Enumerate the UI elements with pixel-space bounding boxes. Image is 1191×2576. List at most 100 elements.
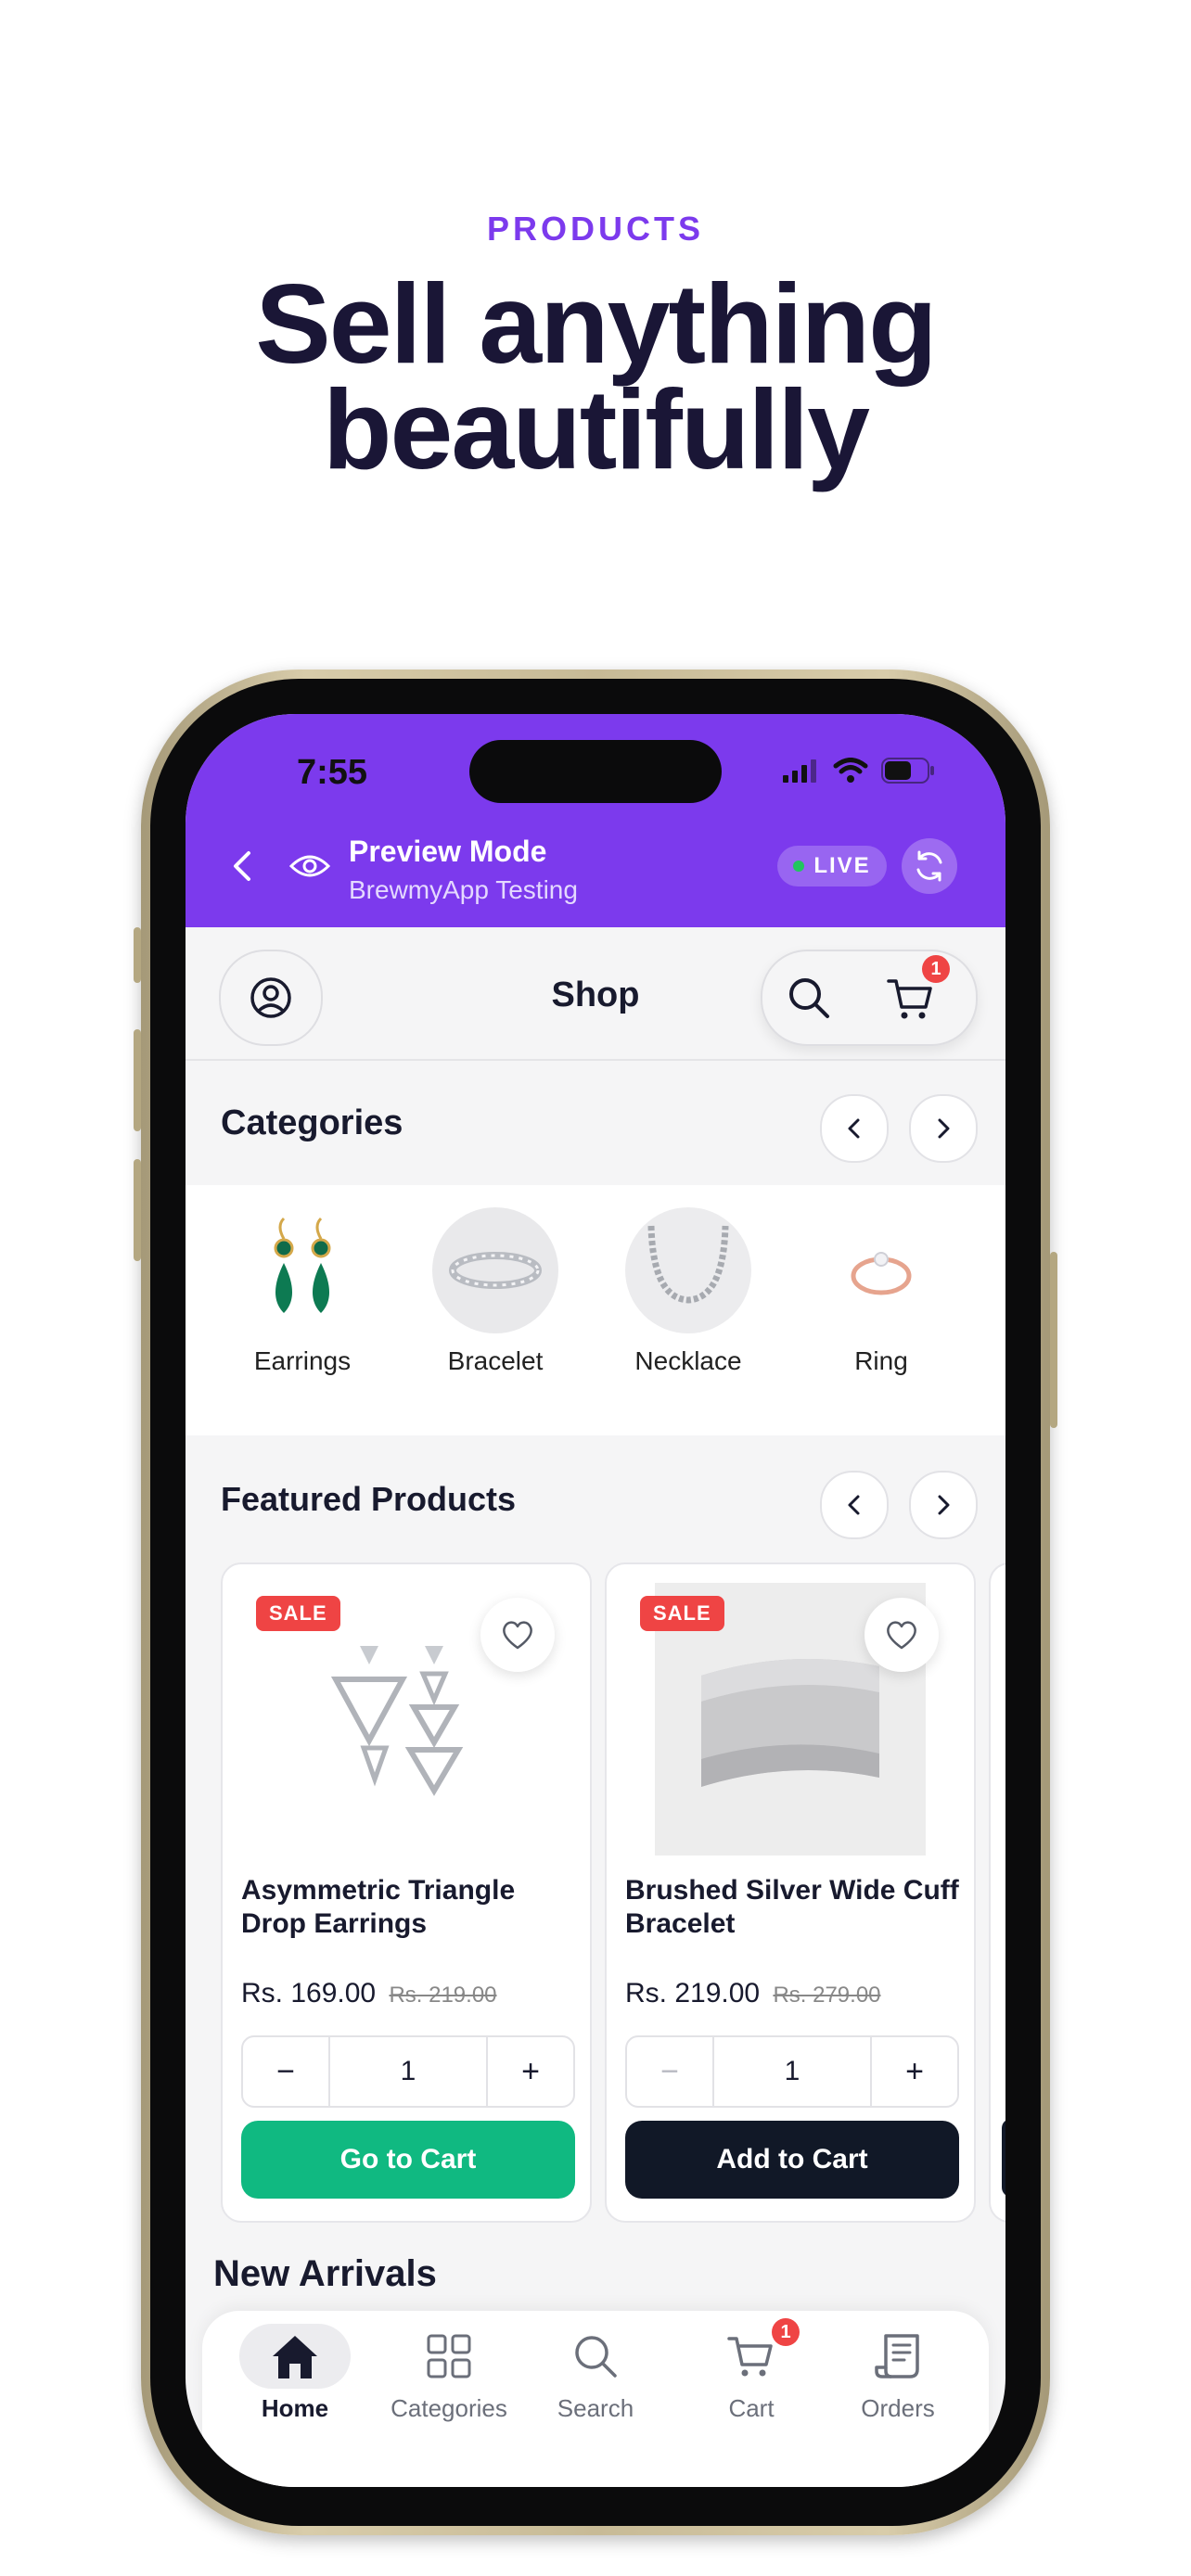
cart-icon [727,2337,773,2377]
category-label: Necklace [634,1346,742,1375]
tab-icon-wrap [393,2324,505,2389]
categories-next-button[interactable] [909,1094,978,1163]
wishlist-button[interactable] [480,1598,555,1672]
heart-icon [887,1621,916,1650]
search-icon[interactable] [787,976,831,1020]
tab-label: Search [557,2394,634,2422]
decrement-button[interactable]: − [627,2037,712,2106]
product-card[interactable]: SALE Asymmetric Triangle Drop Earrings R… [221,1562,592,2223]
current-price: Rs. 169.00 [241,1978,377,2009]
category-bracelet[interactable]: Bracelet [412,1207,579,1376]
live-dot [793,861,805,872]
refresh-button[interactable] [902,838,957,894]
ring-image [851,1252,912,1295]
tab-search[interactable]: Search [521,2324,670,2423]
quantity-stepper: − 1 + [241,2035,575,2108]
category-image [432,1207,558,1333]
bottom-tab-bar: Home Categories Search 1 Cart Orders [202,2311,989,2487]
eye-icon [289,855,330,877]
preview-subtitle: BrewmyApp Testing [349,875,578,904]
featured-prev-button[interactable] [820,1471,889,1539]
preview-title: Preview Mode [349,835,547,868]
side-button-power [1050,1252,1057,1428]
product-card[interactable]: SALE Brushed Silver Wide Cuff Bracelet R… [605,1562,976,2223]
receipt-icon [875,2334,919,2378]
decrement-button[interactable]: − [243,2037,328,2106]
new-arrivals-title: New Arrivals [213,2253,437,2294]
product-price: Rs. 169.00 Rs. 219.00 [241,1978,497,2009]
headline-line-2: beautifully [322,366,870,492]
category-ring[interactable]: Ring [798,1207,965,1376]
promo-headline: Sell anything beautifully [0,261,1191,492]
product-card-peek-cta [1002,2119,1005,2197]
increment-button[interactable]: + [872,2037,957,2106]
product-name[interactable]: Asymmetric Triangle Drop Earrings [241,1874,575,1941]
category-image [625,1207,751,1333]
heart-icon [503,1621,532,1650]
preview-bar: Preview Mode BrewmyApp Testing LIVE [186,807,1005,927]
tab-cart[interactable]: 1 Cart [677,2318,826,2423]
category-earrings[interactable]: Earrings [219,1207,386,1376]
header-actions: 1 [761,950,978,1046]
side-button-volume-up [134,1029,141,1131]
necklace-image [647,1225,729,1304]
go-to-cart-button[interactable]: Go to Cart [241,2121,575,2199]
category-image [818,1207,944,1333]
add-to-cart-button[interactable]: Add to Cart [625,2121,959,2199]
sale-badge: SALE [256,1596,340,1631]
category-necklace[interactable]: Necklace [605,1207,772,1376]
quantity-stepper: − 1 + [625,2035,959,2108]
featured-next-button[interactable] [909,1471,978,1539]
wishlist-button[interactable] [864,1598,939,1672]
category-label: Earrings [253,1346,352,1375]
increment-button[interactable]: + [488,2037,573,2106]
tab-label: Home [261,2394,329,2422]
tab-categories[interactable]: Categories [375,2324,523,2423]
tab-label: Orders [861,2394,935,2422]
tab-icon-wrap [239,2324,351,2389]
status-bar: 7:55 [186,714,1005,807]
live-label: LIVE [813,853,871,878]
tab-icon-wrap: 1 [696,2318,807,2389]
quantity-value: 1 [328,2037,488,2106]
grid-icon [427,2334,471,2378]
featured-title: Featured Products [221,1480,517,1518]
back-icon[interactable] [226,849,260,883]
current-price: Rs. 219.00 [625,1978,761,2009]
phone-screen: 7:55 Preview Mode BrewmyApp Testing LIVE… [186,714,1005,2487]
categories-prev-button[interactable] [820,1094,889,1163]
categories-title: Categories [221,1103,403,1142]
tab-icon-wrap [540,2324,651,2389]
side-button-volume-down [134,1159,141,1261]
chevron-left-icon [848,1495,860,1515]
dynamic-island [469,740,722,803]
chevron-right-icon [938,1495,950,1515]
tab-icon-wrap [842,2324,954,2389]
earrings-image [274,1217,331,1313]
category-label: Ring [854,1346,908,1375]
categories-list: Earrings Bracelet Necklace Ring [186,1185,1005,1435]
cart-count-badge: 1 [922,955,950,983]
signal-icon [783,759,816,783]
refresh-icon [916,850,942,882]
section-eyebrow: PRODUCTS [486,210,704,248]
headline-line-1: Sell anything [255,261,937,387]
battery-icon [881,758,934,784]
category-label: Bracelet [447,1346,544,1375]
bracelet-image [449,1252,542,1289]
cart-tab-badge: 1 [772,2318,800,2346]
tab-orders[interactable]: Orders [824,2324,972,2423]
search-icon [575,2336,617,2378]
live-badge: LIVE [777,846,887,886]
shop-header: Shop 1 [186,927,1005,1061]
category-image [239,1207,365,1333]
status-icons [783,757,935,784]
product-name[interactable]: Brushed Silver Wide Cuff Bracelet [625,1874,959,1941]
cart-icon[interactable] [887,976,933,1022]
status-time: 7:55 [297,753,368,792]
original-price: Rs. 279.00 [773,1983,881,2008]
tab-home[interactable]: Home [221,2324,369,2423]
chevron-right-icon [938,1118,950,1139]
side-button-mute [134,927,141,983]
original-price: Rs. 219.00 [389,1983,497,2008]
